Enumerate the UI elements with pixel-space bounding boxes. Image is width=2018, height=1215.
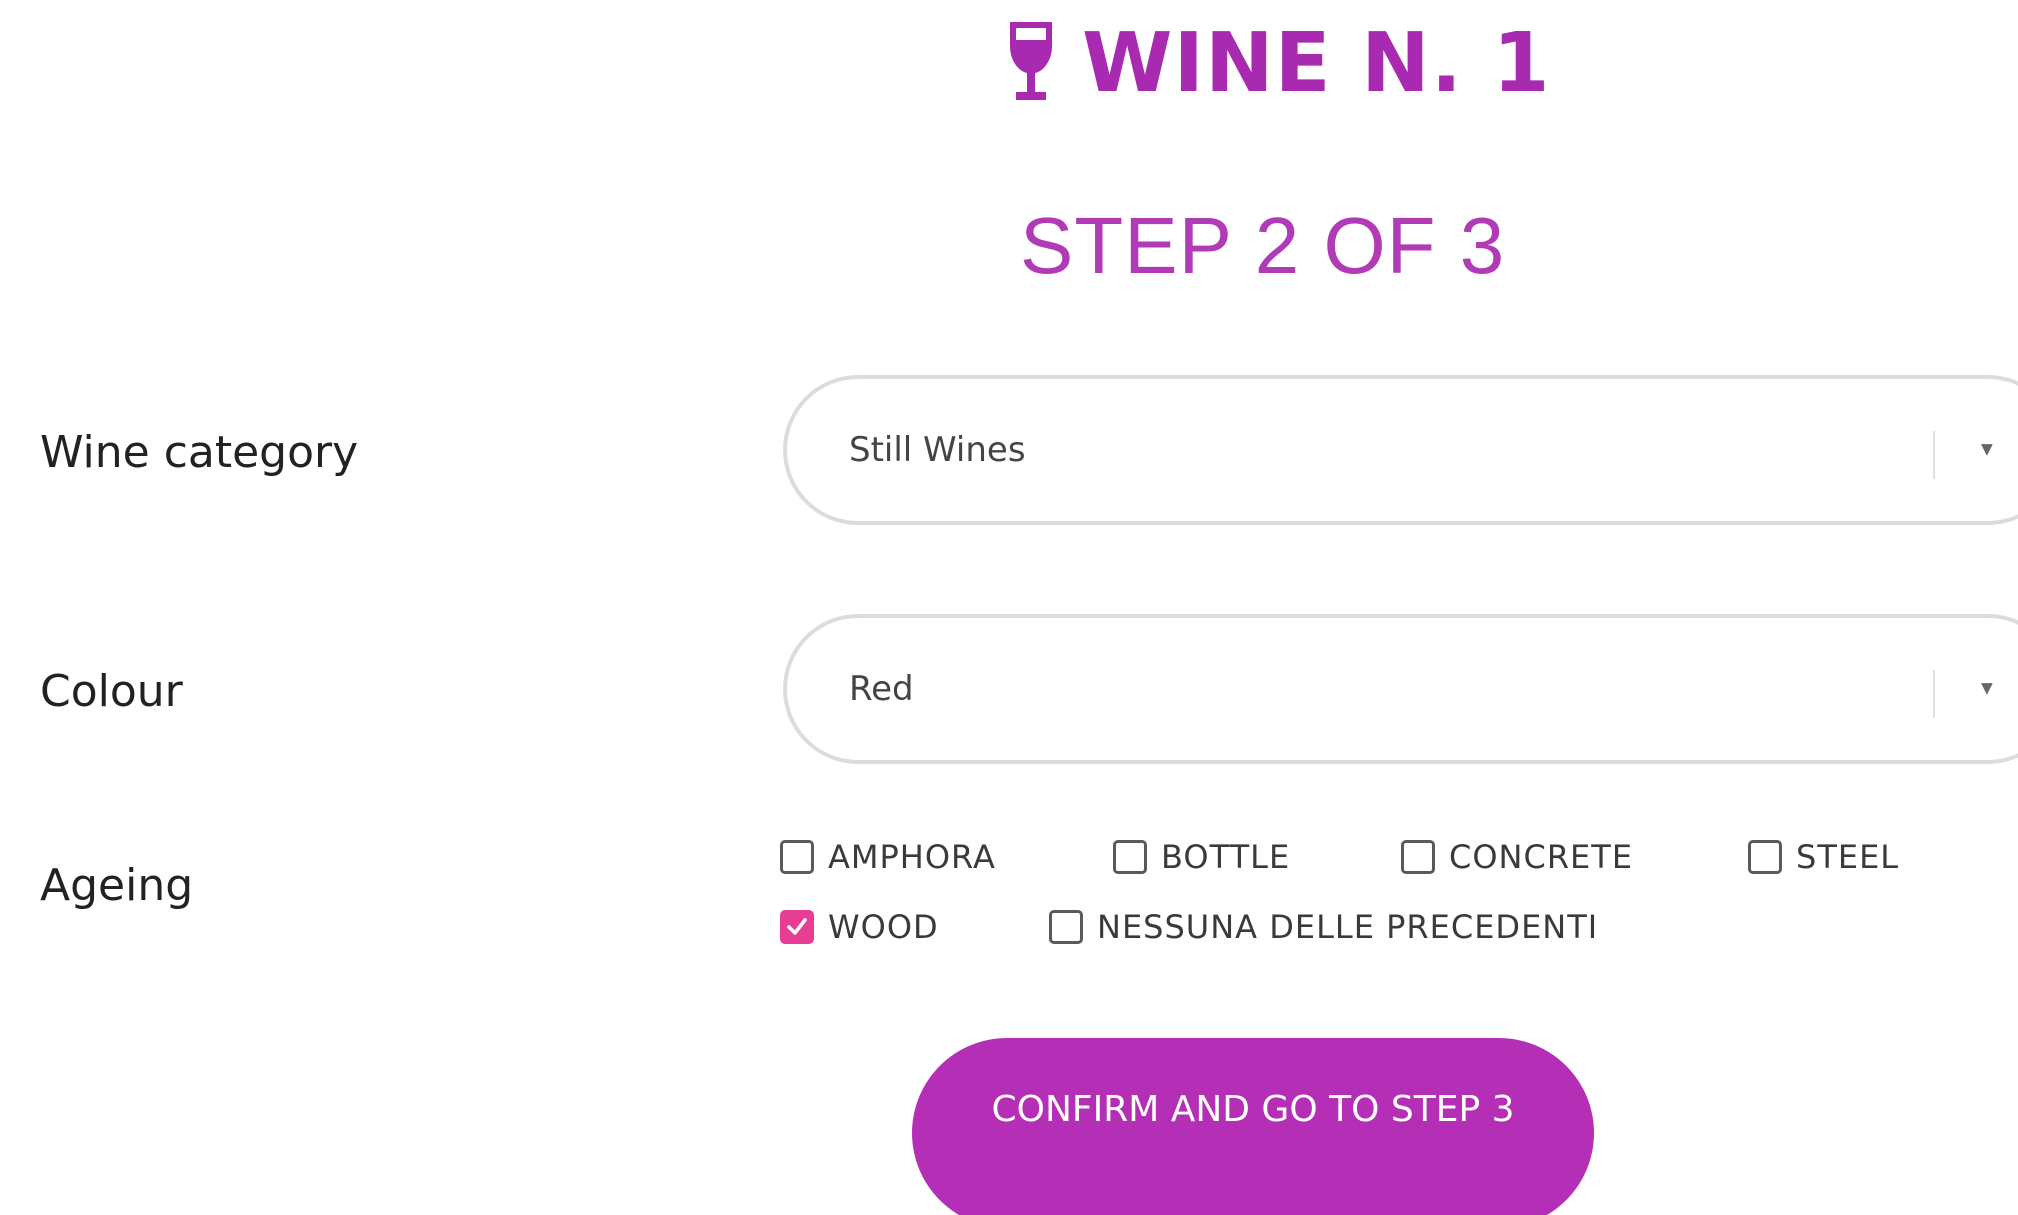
wine-category-label: Wine category bbox=[40, 427, 359, 478]
ageing-option-amphora[interactable]: AMPHORA bbox=[780, 832, 996, 882]
colour-value: Red bbox=[849, 669, 914, 709]
ageing-option-label: CONCRETE bbox=[1449, 838, 1634, 876]
confirm-step-3-button[interactable]: CONFIRM AND GO TO STEP 3 bbox=[912, 1038, 1594, 1215]
checkbox-concrete[interactable] bbox=[1401, 840, 1435, 874]
wine-category-value: Still Wines bbox=[849, 430, 1026, 470]
chevron-down-icon[interactable]: ▼ bbox=[1977, 678, 1997, 701]
checkbox-wood[interactable] bbox=[780, 910, 814, 944]
select-separator bbox=[1933, 670, 1935, 718]
chevron-down-icon[interactable]: ▼ bbox=[1977, 439, 1997, 462]
ageing-option-wood[interactable]: WOOD bbox=[780, 902, 939, 952]
ageing-option-label: STEEL bbox=[1796, 838, 1900, 876]
ageing-label: Ageing bbox=[40, 860, 194, 911]
ageing-option-bottle[interactable]: BOTTLE bbox=[1113, 832, 1290, 882]
ageing-option-label: BOTTLE bbox=[1161, 838, 1291, 876]
wine-category-select[interactable]: Still Wines ▼ bbox=[783, 375, 2018, 525]
step-indicator: STEP 2 OF 3 bbox=[1020, 201, 1506, 290]
wine-glass-icon bbox=[1010, 22, 1052, 100]
ageing-option-label: AMPHORA bbox=[828, 838, 996, 876]
checkbox-amphora[interactable] bbox=[780, 840, 814, 874]
checkbox-steel[interactable] bbox=[1748, 840, 1782, 874]
ageing-option-label: WOOD bbox=[828, 908, 939, 946]
colour-select[interactable]: Red ▼ bbox=[783, 614, 2018, 764]
colour-label: Colour bbox=[40, 666, 183, 717]
page-title-text: WINE N. 1 bbox=[1082, 15, 1551, 111]
checkbox-none[interactable] bbox=[1049, 910, 1083, 944]
wine-form-page: WINE N. 1 STEP 2 OF 3 Wine category Stil… bbox=[0, 0, 2018, 1215]
ageing-option-none[interactable]: NESSUNA DELLE PRECEDENTI bbox=[1049, 902, 1598, 952]
checkmark-icon bbox=[787, 918, 807, 935]
select-separator bbox=[1933, 431, 1935, 479]
ageing-option-concrete[interactable]: CONCRETE bbox=[1401, 832, 1633, 882]
checkbox-bottle[interactable] bbox=[1113, 840, 1147, 874]
page-title: WINE N. 1 bbox=[1006, 15, 1551, 111]
ageing-option-label: NESSUNA DELLE PRECEDENTI bbox=[1097, 908, 1599, 946]
ageing-option-steel[interactable]: STEEL bbox=[1748, 832, 1899, 882]
